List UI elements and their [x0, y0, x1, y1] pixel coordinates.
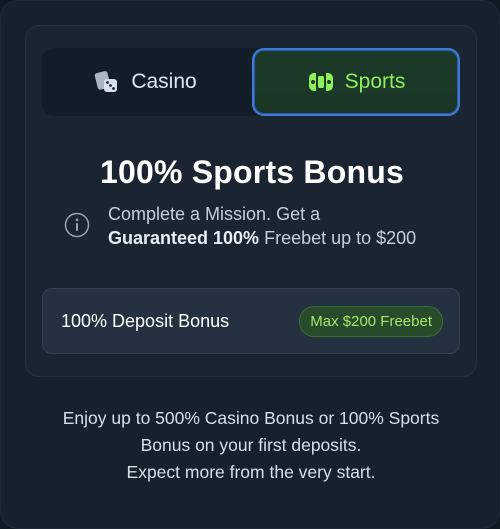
freebet-badge: Max $200 Freebet [299, 305, 443, 337]
footer-line3: Expect more from the very start. [126, 462, 376, 482]
deposit-bonus-label: 100% Deposit Bonus [61, 310, 230, 331]
bonus-info-bold: Guaranteed 100% [108, 228, 260, 248]
footer-line1: Enjoy up to 500% Casino Bonus or 100% Sp… [62, 408, 440, 428]
bonus-info: Complete a Mission. Get a Guaranteed 100… [64, 202, 464, 250]
controller-icon [307, 68, 335, 96]
bonus-info-rest: Freebet up to $200 [259, 228, 417, 248]
category-tabs: Casino Sports [42, 48, 460, 116]
bonus-headline: 100% Sports Bonus [100, 154, 404, 190]
bonus-panel: Casino Sports 100% Sports Bonus Complete… [0, 0, 500, 529]
tab-sports-label: Sports [344, 70, 406, 93]
footer-line2: Bonus on your first deposits. [140, 435, 362, 455]
dice-cards-icon [93, 68, 121, 96]
tab-casino[interactable]: Casino [42, 48, 248, 116]
bonus-info-text: Complete a Mission. Get a Guaranteed 100… [108, 202, 416, 250]
bonus-card: Casino Sports 100% Sports Bonus Complete… [25, 25, 477, 377]
info-icon [64, 212, 90, 238]
deposit-bonus-row: 100% Deposit Bonus Max $200 Freebet [42, 288, 460, 354]
bonus-info-line2: Guaranteed 100% Freebet up to $200 [108, 226, 416, 250]
bonus-info-line1: Complete a Mission. Get a [108, 204, 321, 224]
tab-casino-label: Casino [131, 70, 197, 93]
footer-text: Enjoy up to 500% Casino Bonus or 100% Sp… [1, 405, 500, 486]
tab-sports[interactable]: Sports [252, 48, 460, 116]
